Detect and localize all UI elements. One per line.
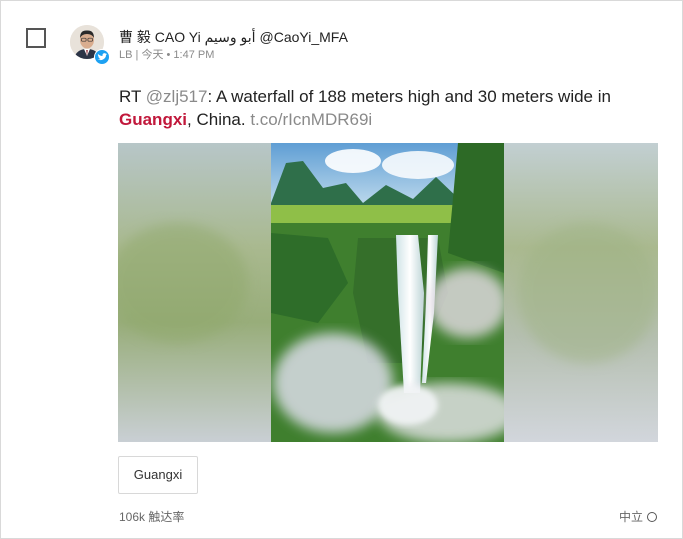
retweet-prefix: RT (119, 87, 146, 106)
sentiment-label: 中立 (618, 510, 643, 524)
post-text: RT @zlj517: A waterfall of 188 meters hi… (119, 85, 659, 131)
author-name[interactable]: 曹 毅 CAO Yi أبو وسيم (119, 29, 256, 45)
sentiment-indicator[interactable]: 中立 (619, 508, 657, 525)
post-source: LB (119, 49, 133, 61)
post-time: • 1:47 PM (166, 49, 215, 61)
post-body-tail: , China. (187, 110, 251, 129)
post-meta: LB | 今天 • 1:47 PM (119, 46, 214, 62)
author-line[interactable]: 曹 毅 CAO Yi أبو وسيم @CaoYi_MFA (119, 27, 348, 47)
circle-icon (647, 512, 657, 522)
tag-chip-guangxi[interactable]: Guangxi (118, 456, 198, 494)
post-day: 今天 (141, 49, 164, 61)
hashtag-link[interactable]: Guangxi (119, 110, 187, 129)
twitter-bird-icon (94, 49, 110, 65)
select-checkbox[interactable] (26, 28, 46, 48)
reach-stat: 106k 触达率 (119, 510, 185, 524)
post-body: : A waterfall of 188 meters high and 30 … (207, 87, 611, 106)
mention-link[interactable]: @zlj517 (146, 87, 208, 106)
meta-separator: | (135, 49, 139, 61)
post-image[interactable] (118, 143, 658, 442)
short-url-link[interactable]: t.co/rIcnMDR69i (250, 110, 372, 129)
author-handle[interactable]: @CaoYi_MFA (260, 29, 348, 45)
